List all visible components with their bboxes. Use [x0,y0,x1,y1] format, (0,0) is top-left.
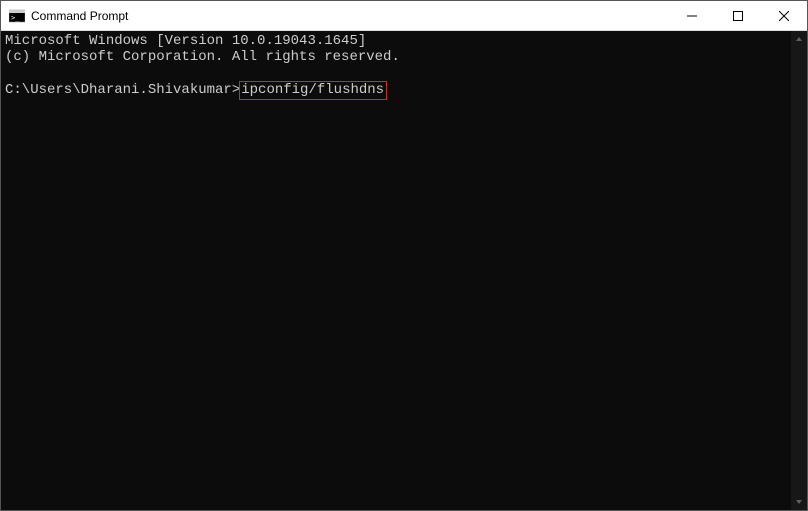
vertical-scrollbar[interactable] [791,31,807,510]
window-controls [669,1,807,30]
command-highlight: ipconfig/flushdns [239,81,387,100]
console-area: Microsoft Windows [Version 10.0.19043.16… [1,31,807,510]
maximize-button[interactable] [715,1,761,30]
command-prompt-window: >_ Command Prompt Microsoft Windows [Ver… [0,0,808,511]
console-output[interactable]: Microsoft Windows [Version 10.0.19043.16… [1,31,791,510]
copyright-line: (c) Microsoft Corporation. All rights re… [5,49,400,65]
close-button[interactable] [761,1,807,30]
command-text: ipconfig/flushdns [241,82,384,98]
minimize-button[interactable] [669,1,715,30]
prompt-text: C:\Users\Dharani.Shivakumar> [5,82,240,98]
window-title: Command Prompt [31,9,669,23]
svg-text:>_: >_ [11,14,20,22]
version-line: Microsoft Windows [Version 10.0.19043.16… [5,33,366,49]
scroll-down-arrow[interactable] [791,494,807,510]
app-icon: >_ [9,8,25,24]
titlebar[interactable]: >_ Command Prompt [1,1,807,31]
scroll-up-arrow[interactable] [791,31,807,47]
